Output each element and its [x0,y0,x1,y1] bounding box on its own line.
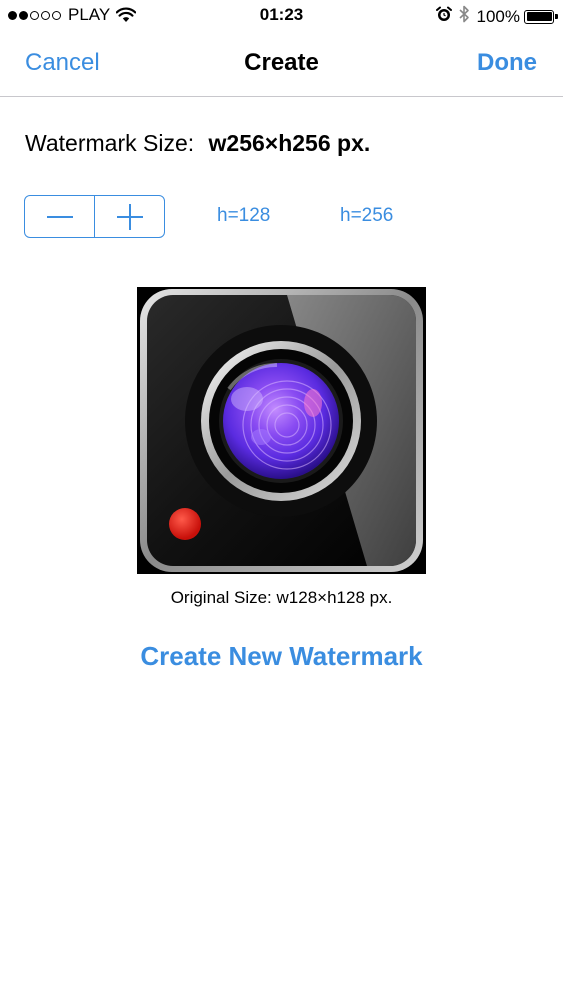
battery-icon [524,9,558,24]
battery-percentage: 100% [476,6,520,26]
original-size-label: Original Size: w128×h128 px. [170,588,393,607]
create-new-watermark-button[interactable]: Create New Watermark [0,641,563,672]
size-stepper [24,195,165,238]
status-bar-right: 100% [435,5,558,28]
plus-icon [116,203,143,230]
preset-h128-button[interactable]: h=128 [217,205,270,227]
minus-icon [46,215,73,218]
preset-h256-button[interactable]: h=256 [340,205,393,227]
watermark-size-value: w256×h256 px. [208,130,371,156]
navigation-bar: Cancel Create Done [0,32,563,97]
watermark-preview-image [137,287,426,574]
alarm-icon [435,6,452,27]
watermark-size-label: Watermark Size: [25,130,195,156]
decrease-size-button[interactable] [25,196,94,237]
camera-app-icon [137,287,426,574]
status-bar: PLAY 01:23 100% [0,0,563,32]
watermark-size-row: Watermark Size: w256×h256 px. [25,130,370,157]
bluetooth-icon [458,5,470,28]
done-button[interactable]: Done [477,49,537,77]
increase-size-button[interactable] [94,196,164,237]
